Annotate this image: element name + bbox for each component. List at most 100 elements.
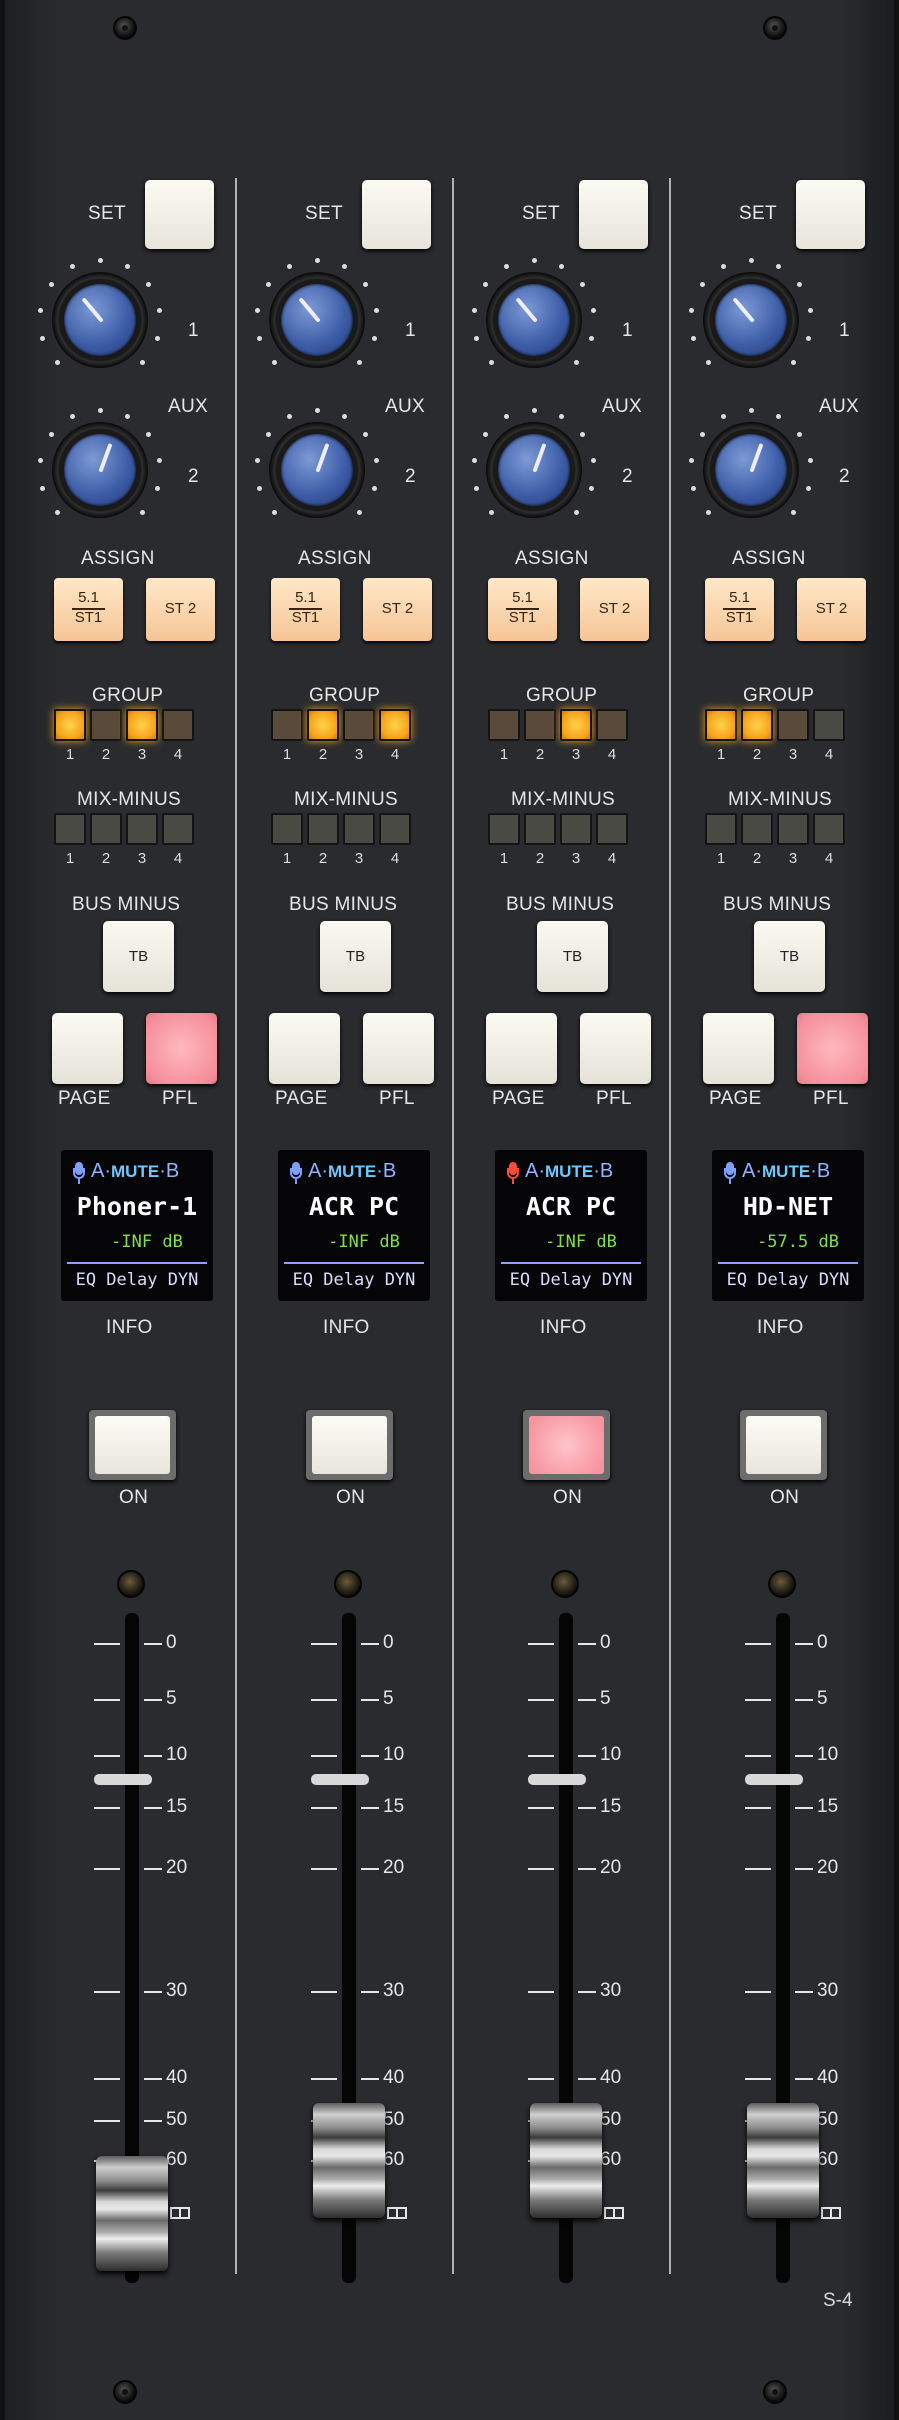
set-button[interactable]: [362, 180, 431, 249]
group-led-1[interactable]: [271, 709, 303, 741]
group-led-3[interactable]: [560, 709, 592, 741]
group-led-4[interactable]: [379, 709, 411, 741]
set-button[interactable]: [579, 180, 648, 249]
mix-minus-led-2[interactable]: [741, 813, 773, 845]
assign-st1-label: ST1: [74, 609, 103, 626]
fader-scale-tick: [361, 1699, 379, 1701]
assign-st2-button[interactable]: ST 2: [580, 578, 649, 641]
mix-minus-led-4[interactable]: [813, 813, 845, 845]
on-button[interactable]: [306, 1410, 393, 1480]
aux-2-knob[interactable]: [52, 422, 148, 518]
assign-51-st1-button[interactable]: 5.1 ST1: [271, 578, 340, 641]
mix-minus-led-2[interactable]: [90, 813, 122, 845]
knob-scale-dot: [255, 458, 261, 464]
mix-minus-led-1[interactable]: [705, 813, 737, 845]
group-led-3[interactable]: [126, 709, 158, 741]
pfl-button[interactable]: [146, 1013, 217, 1084]
aux-1-knob[interactable]: [703, 272, 799, 368]
assign-st1-label: ST1: [725, 609, 754, 626]
assign-51-st1-button[interactable]: 5.1 ST1: [54, 578, 123, 641]
fader-scale-tick: [795, 1755, 813, 1757]
aux-1-knob[interactable]: [486, 272, 582, 368]
knob-scale-dot: [255, 308, 261, 314]
group-led-2[interactable]: [741, 709, 773, 741]
fader-scale-tick: [361, 2078, 379, 2080]
mix-minus-led-3[interactable]: [777, 813, 809, 845]
page-button[interactable]: [486, 1013, 557, 1084]
assign-st2-button[interactable]: ST 2: [797, 578, 866, 641]
on-button[interactable]: [740, 1410, 827, 1480]
group-led-1[interactable]: [54, 709, 86, 741]
group-led-1[interactable]: [705, 709, 737, 741]
group-led-4[interactable]: [596, 709, 628, 741]
group-number: 4: [173, 746, 183, 763]
page-button[interactable]: [52, 1013, 123, 1084]
mix-minus-led-2[interactable]: [524, 813, 556, 845]
group-led-2[interactable]: [90, 709, 122, 741]
mix-minus-led-2[interactable]: [307, 813, 339, 845]
on-button[interactable]: [523, 1410, 610, 1480]
group-number: 3: [571, 746, 581, 763]
fader-scale-tick: [361, 1643, 379, 1645]
tb-button[interactable]: TB: [103, 921, 174, 992]
fader-scale-tick: [578, 2078, 596, 2080]
pfl-button[interactable]: [363, 1013, 434, 1084]
mix-minus-led-4[interactable]: [596, 813, 628, 845]
channel-fader[interactable]: [309, 2103, 389, 2218]
mix-minus-led-1[interactable]: [271, 813, 303, 845]
page-button[interactable]: [703, 1013, 774, 1084]
pfl-button[interactable]: [580, 1013, 651, 1084]
group-number: 1: [65, 746, 75, 763]
assign-st2-button[interactable]: ST 2: [363, 578, 432, 641]
group-led-4[interactable]: [162, 709, 194, 741]
knob-scale-dot: [371, 486, 377, 492]
aux-2-knob[interactable]: [486, 422, 582, 518]
aux-1-knob[interactable]: [52, 272, 148, 368]
fader-scale-tick: [144, 2120, 162, 2122]
knob-scale-dot: [558, 414, 564, 420]
page-button[interactable]: [269, 1013, 340, 1084]
channel-fader[interactable]: [92, 2156, 172, 2271]
fader-scale-label: 15: [817, 1796, 839, 1817]
channel-fader[interactable]: [526, 2103, 606, 2218]
fader-scale-tick: [311, 1868, 337, 1870]
fader-scale-label: 15: [600, 1796, 622, 1817]
mix-minus-led-1[interactable]: [54, 813, 86, 845]
on-button[interactable]: [89, 1410, 176, 1480]
mix-minus-led-4[interactable]: [162, 813, 194, 845]
mix-minus-led-3[interactable]: [126, 813, 158, 845]
channel-fader[interactable]: [743, 2103, 823, 2218]
set-button[interactable]: [796, 180, 865, 249]
tb-button[interactable]: TB: [754, 921, 825, 992]
knob-scale-dot: [257, 486, 263, 492]
group-led-1[interactable]: [488, 709, 520, 741]
group-led-3[interactable]: [343, 709, 375, 741]
knob-scale-dot: [70, 414, 76, 420]
mix-minus-led-1[interactable]: [488, 813, 520, 845]
tb-button[interactable]: TB: [320, 921, 391, 992]
mix-minus-label: MIX-MINUS: [511, 789, 616, 810]
group-number: 3: [788, 746, 798, 763]
mix-minus-led-3[interactable]: [560, 813, 592, 845]
group-led-2[interactable]: [307, 709, 339, 741]
knob-scale-dot: [474, 486, 480, 492]
aux-1-knob[interactable]: [269, 272, 365, 368]
knob-scale-dot: [775, 264, 781, 270]
group-led-3[interactable]: [777, 709, 809, 741]
group-led-2[interactable]: [524, 709, 556, 741]
assign-st2-button[interactable]: ST 2: [146, 578, 215, 641]
tb-button[interactable]: TB: [537, 921, 608, 992]
mix-minus-led-3[interactable]: [343, 813, 375, 845]
assign-51-st1-button[interactable]: 5.1 ST1: [705, 578, 774, 641]
aux-2-knob[interactable]: [269, 422, 365, 518]
group-led-4[interactable]: [813, 709, 845, 741]
assign-label: ASSIGN: [298, 548, 372, 569]
microphone-icon: [724, 1162, 736, 1184]
pfl-button[interactable]: [797, 1013, 868, 1084]
knob-scale-dot: [706, 359, 712, 365]
assign-51-st1-button[interactable]: 5.1 ST1: [488, 578, 557, 641]
mix-minus-led-4[interactable]: [379, 813, 411, 845]
aux-2-knob[interactable]: [703, 422, 799, 518]
set-button[interactable]: [145, 180, 214, 249]
knob-scale-dot: [371, 336, 377, 342]
